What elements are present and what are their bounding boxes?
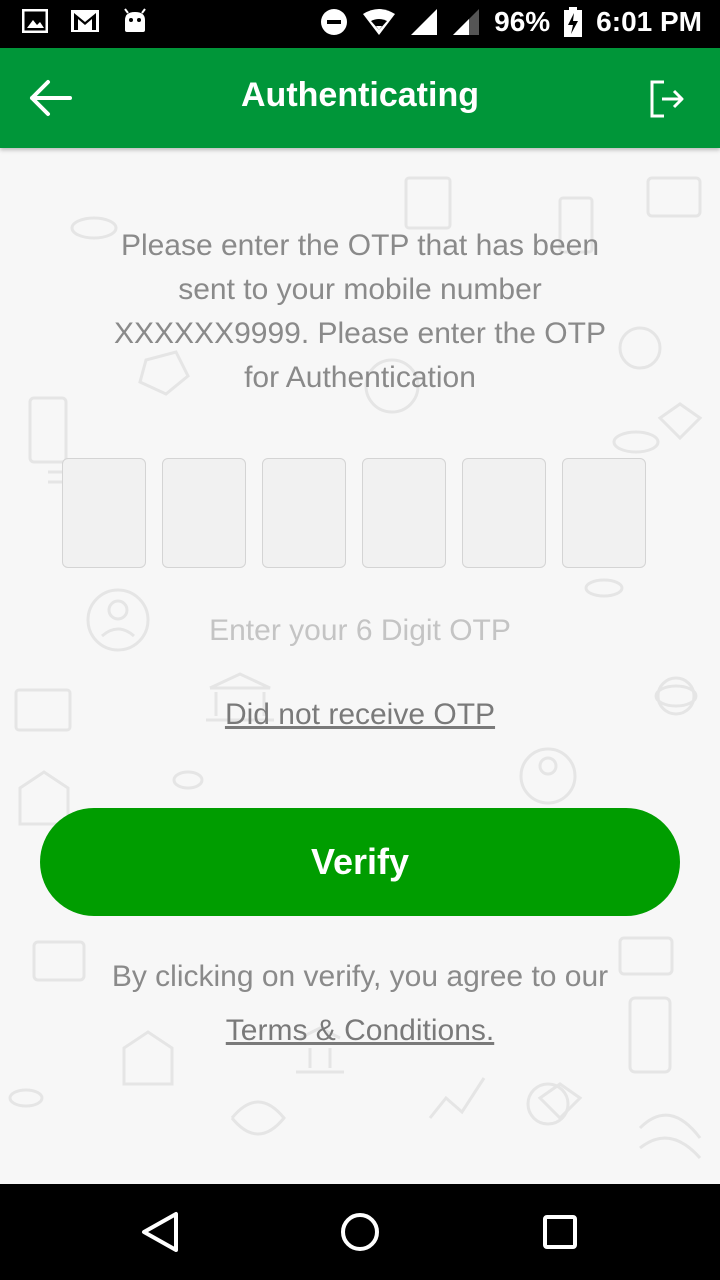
logout-icon [650,80,684,118]
otp-digit-6[interactable] [562,458,646,568]
android-icon [122,8,148,34]
otp-digit-1[interactable] [62,458,146,568]
navigation-bar [0,1184,720,1280]
verify-button[interactable]: Verify [40,808,680,916]
page-title: Authenticating [241,76,479,114]
resend-otp-link[interactable]: Did not receive OTP [0,698,720,732]
otp-digit-4[interactable] [362,458,446,568]
nav-back-button[interactable] [138,1210,182,1254]
logout-button[interactable] [650,80,684,118]
battery-percent: 96% [494,6,551,37]
do-not-disturb-icon [320,8,348,36]
otp-input-group [62,458,646,568]
signal-icon [410,8,438,36]
nav-home-button[interactable] [338,1210,382,1254]
status-bar: 96% 6:01 PM [0,0,720,48]
signal-icon [452,8,480,36]
back-triangle-icon [142,1212,178,1252]
gmail-icon [70,9,100,33]
otp-digit-3[interactable] [262,458,346,568]
image-icon [22,9,48,33]
otp-digit-2[interactable] [162,458,246,568]
otp-screen: Please enter the OTP that has been sent … [0,148,720,1184]
notification-icons [22,8,148,34]
battery-charging-icon [564,7,583,37]
otp-hint: Enter your 6 Digit OTP [209,614,511,647]
nav-recents-button[interactable] [538,1210,582,1254]
agreement-text: By clicking on verify, you agree to our [111,960,609,993]
wifi-icon [362,8,396,36]
recents-square-icon [543,1215,577,1249]
otp-digit-5[interactable] [462,458,546,568]
app-bar: Authenticating [0,48,720,148]
terms-link[interactable]: Terms & Conditions. [0,1014,720,1048]
clock: 6:01 PM [596,6,702,37]
otp-instruction: Please enter the OTP that has been sent … [114,229,606,394]
home-circle-icon [341,1213,379,1251]
system-status: 96% 6:01 PM [320,6,702,38]
